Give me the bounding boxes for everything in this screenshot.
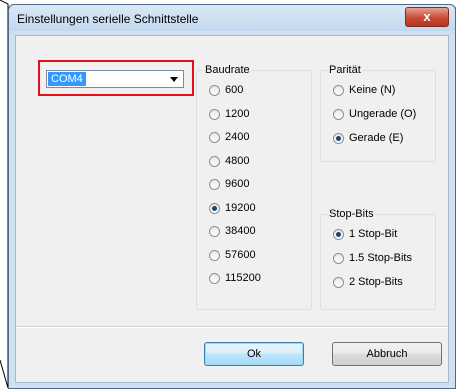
parity-group: Parität Keine (N) Ungerade (O) Gerade (E)	[320, 64, 436, 162]
stopbits-option-label: 1 Stop-Bit	[349, 228, 398, 240]
radio-button-icon[interactable]	[209, 85, 220, 96]
cancel-button[interactable]: Abbruch	[332, 342, 442, 366]
window-title: Einstellungen serielle Schnittstelle	[17, 12, 199, 26]
radio-button-icon[interactable]	[209, 108, 220, 120]
radio-button-icon[interactable]	[209, 249, 220, 261]
chevron-down-icon[interactable]	[170, 77, 178, 82]
radio-button-icon[interactable]	[209, 132, 220, 143]
radio-button-icon[interactable]	[209, 179, 220, 190]
baudrate-option-label: 19200	[225, 201, 256, 214]
parity-group-label: Parität	[327, 64, 363, 76]
parity-option-label: Ungerade (O)	[349, 108, 417, 120]
ok-button[interactable]: Ok	[204, 342, 304, 366]
radio-button-icon[interactable]	[209, 202, 220, 214]
radio-button-icon[interactable]	[209, 155, 220, 167]
parity-option-label: Gerade (E)	[349, 132, 404, 144]
baudrate-option-label: 9600	[225, 178, 250, 190]
radio-button-icon[interactable]	[209, 226, 220, 237]
baudrate-group: Baudrate 600 1200 2400 4800 9600 19200 38400 57…	[196, 64, 312, 310]
dialog-body: COM4 Baudrate 600 1200 2400 4800 9600 19200 38…	[15, 35, 449, 383]
baudrate-option-label: 38400	[225, 225, 256, 237]
serial-settings-dialog: Einstellungen serielle Schnittstelle x C…	[8, 4, 456, 389]
baudrate-option-label: 4800	[225, 154, 250, 167]
baudrate-group-label: Baudrate	[203, 64, 252, 76]
stopbits-group: Stop-Bits 1 Stop-Bit 1.5 Stop-Bits 2 Stop-…	[320, 208, 436, 310]
baudrate-option-label: 1200	[225, 107, 250, 120]
stopbits-option-label: 1.5 Stop-Bits	[349, 252, 412, 264]
port-selected-value: COM4	[48, 72, 86, 86]
stopbits-option-label: 2 Stop-Bits	[349, 276, 403, 288]
parity-option-label: Keine (N)	[349, 84, 396, 96]
radio-button-icon[interactable]	[333, 277, 344, 288]
radio-button-icon[interactable]	[333, 253, 344, 264]
radio-button-icon[interactable]	[333, 133, 344, 144]
radio-button-icon[interactable]	[333, 229, 344, 240]
port-combobox[interactable]: COM4	[46, 70, 184, 88]
baudrate-option-label: 115200	[225, 272, 261, 284]
baudrate-option-label: 2400	[225, 131, 250, 143]
baudrate-option-label: 600	[225, 84, 244, 96]
stopbits-group-label: Stop-Bits	[327, 208, 376, 220]
baudrate-option-label: 57600	[225, 248, 256, 261]
radio-button-icon[interactable]	[333, 85, 344, 96]
separator	[16, 326, 448, 328]
close-button[interactable]: x	[405, 7, 449, 27]
radio-button-icon[interactable]	[333, 109, 344, 120]
title-bar[interactable]: Einstellungen serielle Schnittstelle x	[9, 5, 455, 31]
radio-button-icon[interactable]	[209, 273, 220, 284]
